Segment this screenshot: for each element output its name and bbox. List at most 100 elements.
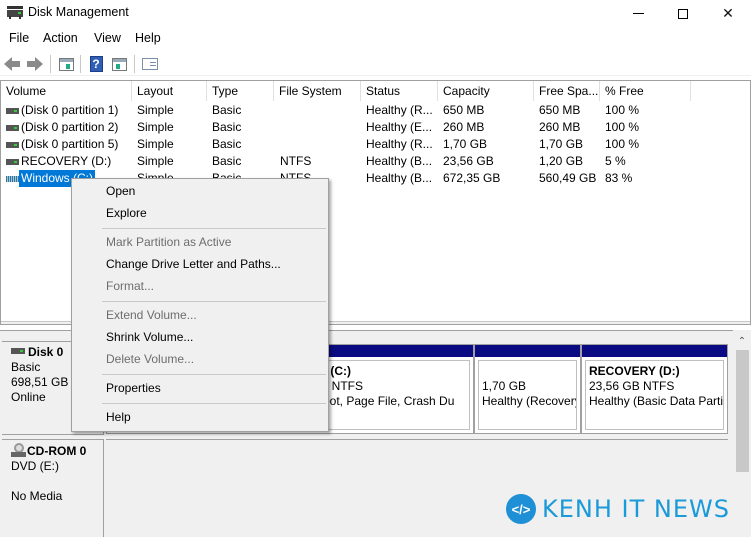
menu-item-change-drive-letter-and-paths[interactable]: Change Drive Letter and Paths... [106, 254, 281, 274]
volume-row[interactable]: (Disk 0 partition 1) Simple Basic Healthy (… [1, 102, 701, 119]
partition-title [482, 364, 576, 379]
cell-status: Healthy (B... [366, 171, 433, 185]
menu-item-shrink-volume[interactable]: Shrink Volume... [106, 327, 193, 347]
column-header-capacity[interactable]: Capacity [438, 81, 534, 101]
menu-item-format: Format... [106, 279, 155, 293]
code-logo-icon: </> [506, 494, 536, 524]
column-header-volume[interactable]: Volume [1, 81, 132, 101]
disk-pane-scrollbar[interactable]: ⌃ [733, 330, 751, 537]
menu-item-delete-volume: Delete Volume... [106, 352, 195, 366]
cell-type: Basic [212, 103, 242, 117]
partition-status: (Boot, Page File, Crash Du [311, 394, 455, 408]
partition-status: Healthy (Basic Data Partit [589, 394, 724, 408]
cell-percent-free: 100 % [605, 120, 640, 134]
hard-disk-icon [11, 348, 25, 354]
cell-status: Healthy (R... [366, 137, 433, 151]
close-icon: ✕ [722, 5, 734, 21]
cell-capacity: 260 MB [443, 120, 485, 134]
column-header-status[interactable]: Status [361, 81, 438, 101]
disk-type: DVD (E:) [11, 459, 59, 473]
cell-percent-free: 100 % [605, 103, 640, 117]
close-button[interactable]: ✕ [705, 0, 751, 27]
disk-state: No Media [11, 489, 63, 503]
watermark-text: KENH IT NEWS [542, 495, 730, 523]
cell-file-system: NTFS [280, 154, 312, 168]
cell-layout: Simple [137, 154, 174, 168]
menu-separator [102, 374, 326, 375]
partition-size: GB NTFS [311, 379, 364, 393]
toolbar-separator [134, 55, 135, 73]
cell-status: Healthy (B... [366, 154, 433, 168]
context-menu: Open Explore Mark Partition as Active Chang… [71, 178, 329, 432]
cell-free-space: 650 MB [539, 103, 581, 117]
menu-view[interactable]: View [94, 31, 121, 45]
volume-row[interactable]: (Disk 0 partition 5) Simple Basic Healthy (… [1, 136, 701, 153]
watermark: </> KENH IT NEWS [506, 494, 730, 524]
forward-button[interactable] [25, 55, 43, 73]
cd-rom-icon [11, 443, 26, 457]
cell-volume: (Disk 0 partition 1) [21, 103, 119, 117]
volume-icon [6, 159, 19, 165]
cell-free-space: 260 MB [539, 120, 581, 134]
menu-item-properties[interactable]: Properties [106, 378, 161, 398]
column-header-percent-free[interactable]: % Free [600, 81, 691, 101]
minimize-icon [632, 13, 644, 14]
partition-title: RECOVERY (D:) [589, 364, 680, 378]
toolbar-separator [80, 55, 81, 73]
cell-layout: Simple [137, 137, 174, 151]
cell-capacity: 672,35 GB [443, 171, 501, 185]
menu-item-mark-partition-as-active: Mark Partition as Active [106, 235, 232, 249]
volume-row[interactable]: RECOVERY (D:) Simple Basic NTFS Healthy (B..… [1, 153, 701, 170]
menu-separator [102, 228, 326, 229]
menu-separator [102, 403, 326, 404]
minimize-button[interactable] [615, 0, 661, 27]
menu-item-help[interactable]: Help [106, 407, 131, 427]
cdrom-0-label[interactable]: CD-ROM 0 DVD (E:) No Media [2, 439, 104, 537]
column-header-free-space[interactable]: Free Spa... [534, 81, 600, 101]
maximize-button[interactable] [660, 0, 706, 27]
column-header-layout[interactable]: Layout [132, 81, 207, 101]
cell-capacity: 1,70 GB [443, 137, 488, 151]
column-header-file-system[interactable]: File System [274, 81, 361, 101]
cell-layout: Simple [137, 120, 174, 134]
scroll-up-icon[interactable]: ⌃ [733, 334, 751, 348]
partition-size: 1,70 GB [482, 379, 527, 393]
title-bar: Disk Management ✕ [0, 0, 751, 27]
column-header-empty [691, 81, 750, 101]
partition-status: Healthy (Recovery [482, 394, 577, 408]
menu-help[interactable]: Help [135, 31, 161, 45]
partition-size: 23,56 GB NTFS [589, 379, 675, 393]
cell-capacity: 650 MB [443, 103, 485, 117]
show-hide-action-pane-button[interactable] [110, 55, 128, 73]
volume-icon [6, 142, 19, 148]
column-header-type[interactable]: Type [207, 81, 274, 101]
partition-header-bar [475, 345, 580, 357]
cell-status: Healthy (E... [366, 120, 433, 134]
menu-item-open[interactable]: Open [106, 181, 135, 201]
menu-bar: File Action View Help [0, 29, 751, 49]
cell-type: Basic [212, 154, 242, 168]
menu-separator [102, 301, 326, 302]
back-button[interactable] [3, 55, 21, 73]
cell-status: Healthy (R... [366, 103, 433, 117]
menu-item-explore[interactable]: Explore [106, 203, 147, 223]
volume-row[interactable]: (Disk 0 partition 2) Simple Basic Healthy (… [1, 119, 701, 136]
menu-file[interactable]: File [9, 31, 29, 45]
menu-action[interactable]: Action [43, 31, 78, 45]
window-title: Disk Management [28, 5, 129, 19]
volume-icon [6, 108, 19, 114]
show-hide-console-tree-button[interactable] [57, 55, 75, 73]
partition-recovery-1-70gb[interactable]: 1,70 GB Healthy (Recovery [474, 344, 581, 434]
scrollbar-thumb[interactable] [736, 350, 749, 472]
console-tree-icon [58, 57, 74, 71]
cell-type: Basic [212, 137, 242, 151]
back-arrow-icon [3, 57, 21, 71]
checklist-icon [142, 58, 158, 70]
help-button[interactable]: ? [87, 55, 105, 73]
properties-button[interactable] [141, 55, 159, 73]
help-icon: ? [89, 56, 103, 72]
partition-recovery-d[interactable]: RECOVERY (D:) 23,56 GB NTFS Healthy (Bas… [581, 344, 728, 434]
maximize-icon [678, 8, 688, 19]
toolbar-separator [50, 55, 51, 73]
menu-item-extend-volume: Extend Volume... [106, 308, 197, 322]
